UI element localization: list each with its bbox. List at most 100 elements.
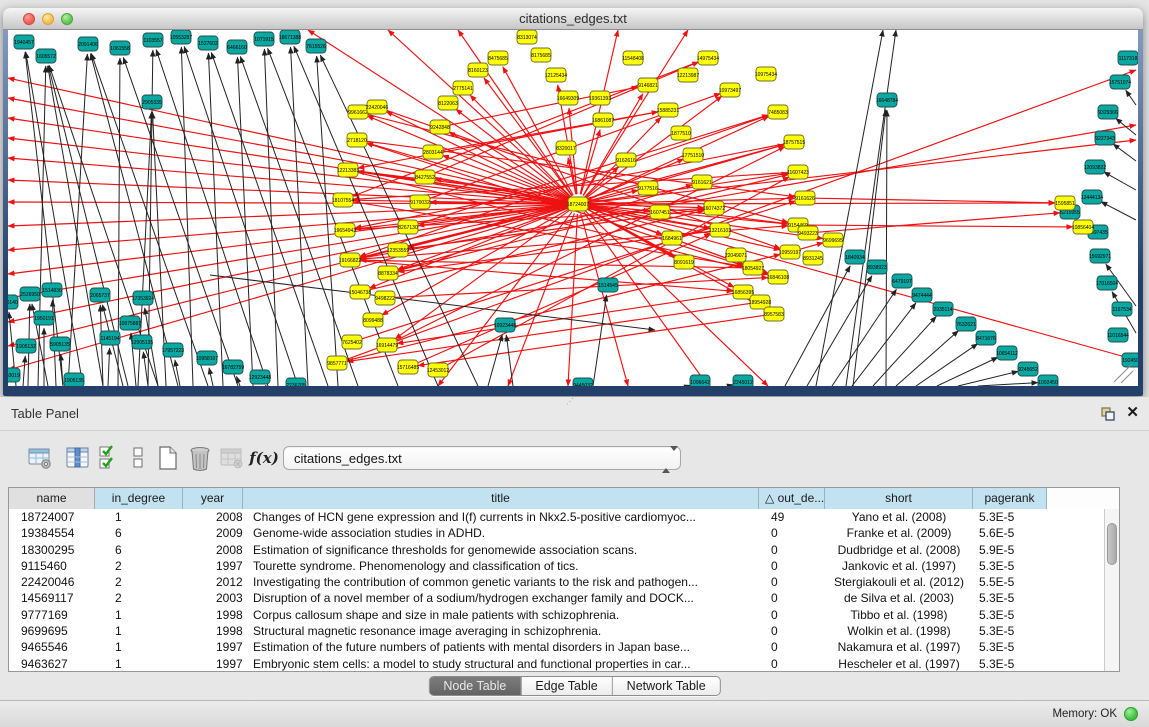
- graph-node[interactable]: 15046738: [349, 285, 371, 299]
- graph-node[interactable]: 1527602: [198, 36, 218, 50]
- cell-pagerank[interactable]: 5.3E-5: [973, 639, 1047, 655]
- graph-node[interactable]: 2718120: [347, 133, 367, 147]
- table-select-dropdown[interactable]: citations_edges.txt: [283, 446, 681, 470]
- graph-node[interactable]: 1905135: [64, 373, 84, 386]
- graph-node[interactable]: 10975887: [119, 316, 141, 330]
- column-header-year[interactable]: year: [183, 488, 243, 509]
- cell-title[interactable]: Changes of HCN gene expression and I(f) …: [243, 509, 759, 525]
- graph-edge[interactable]: [1116, 118, 1136, 135]
- graph-edge[interactable]: [818, 213, 1060, 232]
- table-vertical-scrollbar[interactable]: [1104, 509, 1119, 671]
- graph-node[interactable]: 2245012: [733, 375, 753, 386]
- tab-edge-table[interactable]: Edge Table: [521, 677, 612, 696]
- graph-node[interactable]: 8427552: [415, 170, 435, 184]
- cell-short[interactable]: Jankovic et al. (1997): [825, 558, 973, 574]
- graph-edge[interactable]: [503, 67, 573, 195]
- graph-node[interactable]: 15692971: [1089, 249, 1111, 263]
- graph-edge[interactable]: [588, 203, 1055, 204]
- cell-out_de[interactable]: 49: [759, 509, 825, 525]
- cell-title[interactable]: Corpus callosum shape and size in male p…: [243, 607, 759, 623]
- graph-node[interactable]: 1605572: [36, 49, 56, 63]
- cell-short[interactable]: Wolkin et al. (1998): [825, 623, 973, 639]
- cell-short[interactable]: Franke et al. (2009): [825, 525, 973, 541]
- graph-node[interactable]: 1607451: [650, 205, 670, 219]
- graph-edge[interactable]: [846, 30, 896, 386]
- cell-short[interactable]: Tibbo et al. (1998): [825, 607, 973, 623]
- graph-node[interactable]: 8313074: [517, 30, 537, 44]
- cell-title[interactable]: Investigating the contribution of common…: [243, 574, 759, 590]
- graph-node[interactable]: 1167534: [1112, 302, 1132, 316]
- cell-title[interactable]: Embryonic stem cells: a model to study s…: [243, 656, 759, 671]
- graph-edge[interactable]: [588, 173, 788, 202]
- graph-node[interactable]: 18054927: [742, 261, 764, 275]
- graph-node[interactable]: 16914479: [376, 338, 398, 352]
- table-row[interactable]: 977716911998Corpus callosum shape and si…: [9, 607, 1104, 623]
- cell-in_degree[interactable]: 2: [95, 558, 183, 574]
- graph-edge[interactable]: [800, 243, 824, 250]
- table-row[interactable]: 946362711997Embryonic stem cells: a mode…: [9, 656, 1104, 671]
- cell-name[interactable]: 9777169: [9, 607, 95, 623]
- graph-node[interactable]: 1924501: [1122, 353, 1138, 367]
- graph-node[interactable]: 12453012: [427, 363, 449, 377]
- cell-short[interactable]: de Silva et al. (2003): [825, 590, 973, 606]
- graph-node[interactable]: 16648784: [876, 93, 898, 107]
- graph-node[interactable]: 16861087: [592, 113, 614, 127]
- graph-node[interactable]: 16782759: [222, 360, 244, 374]
- table-row[interactable]: 1830029562008Estimation of significance …: [9, 542, 1104, 558]
- graph-edge[interactable]: [23, 356, 25, 386]
- graph-node[interactable]: 2775141: [453, 81, 473, 95]
- delete-table-icon[interactable]: [186, 443, 214, 473]
- graph-node[interactable]: 10975434: [755, 67, 777, 81]
- graph-node[interactable]: 8267130: [398, 220, 418, 234]
- minimize-button[interactable]: [42, 13, 54, 25]
- graph-edge[interactable]: [581, 214, 628, 386]
- cell-pagerank[interactable]: 5.3E-5: [973, 623, 1047, 639]
- graph-node[interactable]: 18671388: [279, 30, 301, 44]
- cell-year[interactable]: 2009: [183, 525, 243, 541]
- function-builder-icon[interactable]: f(x): [250, 443, 278, 473]
- close-panel-icon[interactable]: ✕: [1126, 404, 1139, 422]
- graph-node[interactable]: 9177516: [638, 181, 658, 195]
- graph-node[interactable]: 1103557: [143, 33, 163, 47]
- graph-node[interactable]: 17751510: [682, 148, 704, 162]
- graph-node[interactable]: 9857771: [327, 356, 347, 370]
- graph-node[interactable]: 10553287: [170, 30, 192, 44]
- graph-node[interactable]: 8160123: [468, 63, 488, 77]
- cell-short[interactable]: Stergiakouli et al. (2012): [825, 574, 973, 590]
- cell-short[interactable]: Dudbridge et al. (2008): [825, 542, 973, 558]
- cell-pagerank[interactable]: 5.3E-5: [973, 607, 1047, 623]
- cell-year[interactable]: 1998: [183, 623, 243, 639]
- graph-edge[interactable]: [291, 47, 308, 386]
- graph-node[interactable]: 8471676: [976, 331, 996, 345]
- graph-node[interactable]: 1061558: [110, 41, 130, 55]
- new-table-icon[interactable]: [154, 443, 182, 473]
- graph-node[interactable]: 22420046: [366, 100, 388, 114]
- cell-pagerank[interactable]: 5.5E-5: [973, 574, 1047, 590]
- column-header-name[interactable]: name: [9, 488, 95, 509]
- cell-title[interactable]: Genome-wide association studies in ADHD.: [243, 525, 759, 541]
- import-table-icon[interactable]: [218, 443, 246, 473]
- graph-node[interactable]: 1145194: [100, 331, 120, 345]
- graph-edge[interactable]: [853, 110, 886, 386]
- graph-node[interactable]: 8175685: [531, 48, 551, 62]
- graph-edge[interactable]: [395, 278, 768, 298]
- network-canvas[interactable]: 1940457160557220914061061558110355710553…: [8, 30, 1138, 386]
- cell-year[interactable]: 2008: [183, 542, 243, 558]
- cell-short[interactable]: Yano et al. (2008): [825, 509, 973, 525]
- cell-in_degree[interactable]: 1: [95, 623, 183, 639]
- graph-node[interactable]: 17957223: [162, 343, 184, 357]
- graph-node[interactable]: 8099488: [363, 313, 383, 327]
- graph-edge[interactable]: [1104, 172, 1136, 190]
- graph-edge[interactable]: [916, 344, 978, 386]
- graph-edge[interactable]: [237, 57, 253, 386]
- graph-node[interactable]: 9162616: [616, 153, 636, 167]
- graph-node[interactable]: 18107554: [332, 193, 354, 207]
- table-row[interactable]: 1938455462009Genome-wide association stu…: [9, 525, 1104, 541]
- graph-node[interactable]: 12213383: [337, 163, 359, 177]
- graph-node[interactable]: 1905132: [16, 339, 36, 353]
- cell-out_de[interactable]: 0: [759, 542, 825, 558]
- cell-out_de[interactable]: 0: [759, 623, 825, 639]
- graph-edge[interactable]: [1113, 144, 1136, 161]
- table-row[interactable]: 946554611997Estimation of the future num…: [9, 639, 1104, 655]
- graph-edge[interactable]: [211, 52, 328, 386]
